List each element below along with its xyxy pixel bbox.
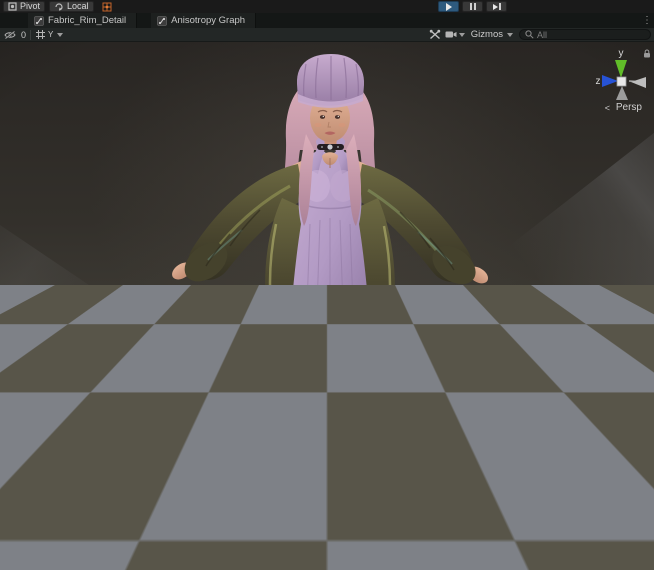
- play-icon: [445, 2, 452, 11]
- gizmo-x-axis-cone[interactable]: [631, 77, 646, 88]
- grid-axis-label: Y: [48, 30, 54, 39]
- gizmo-y-axis-cone[interactable]: [615, 60, 627, 78]
- gizmos-label: Gizmos: [470, 29, 503, 40]
- search-icon: [525, 30, 534, 39]
- gizmo-lock-icon[interactable]: [643, 49, 651, 58]
- scene-view-toolbar: 0 Y Gizmos All: [0, 28, 654, 42]
- scene-viewport[interactable]: y z < Persp: [0, 42, 654, 570]
- scene-visibility-eye-icon[interactable]: [3, 30, 17, 40]
- unity-editor-window: Pivot Local Fabric_Rim_Detail Anisotropy…: [0, 0, 654, 570]
- tab-label: Fabric_Rim_Detail: [48, 15, 127, 26]
- pivot-button[interactable]: Pivot: [3, 1, 46, 12]
- vignette-overlay: [0, 42, 654, 570]
- toolbar-divider: [30, 29, 32, 40]
- search-value: All: [537, 29, 548, 40]
- gizmos-dropdown[interactable]: Gizmos: [469, 29, 515, 40]
- tab-label: Anisotropy Graph: [171, 15, 246, 26]
- gizmo-axis-cone-bottom[interactable]: [616, 86, 628, 100]
- gizmo-z-axis-label: z: [596, 76, 601, 87]
- gizmo-z-axis-cone[interactable]: [602, 75, 618, 87]
- local-rotation-icon: [55, 2, 63, 11]
- step-icon: [492, 3, 501, 10]
- camera-settings-dropdown[interactable]: [445, 30, 465, 39]
- hidden-object-count: 0: [21, 29, 27, 40]
- pivot-icon: [8, 2, 17, 11]
- tab-fabric-rim-detail[interactable]: Fabric_Rim_Detail: [28, 13, 138, 28]
- playmode-controls: [438, 1, 507, 12]
- shader-graph-icon: [34, 15, 44, 26]
- camera-dropdown-caret-icon: [458, 32, 465, 37]
- camera-icon: [445, 31, 457, 38]
- gizmos-dropdown-caret-icon: [507, 32, 513, 37]
- tools-icon[interactable]: [429, 29, 441, 40]
- tab-overflow-menu-icon[interactable]: ⋮: [642, 14, 652, 27]
- main-toolbar: Pivot Local: [0, 0, 654, 13]
- persp-arrow: <: [604, 103, 610, 113]
- shader-graph-icon: [157, 15, 168, 26]
- gizmo-y-axis-label: y: [619, 48, 624, 59]
- local-label: Local: [67, 1, 89, 11]
- window-tab-bar: Fabric_Rim_Detail Anisotropy Graph ⋮: [0, 13, 654, 28]
- step-button[interactable]: [486, 1, 507, 12]
- local-button[interactable]: Local: [49, 1, 94, 12]
- pause-button[interactable]: [462, 1, 483, 12]
- gizmo-center-cube[interactable]: [616, 76, 627, 87]
- projection-mode-label[interactable]: Persp: [616, 102, 642, 113]
- pause-icon: [469, 3, 476, 10]
- grid-snap-icon[interactable]: [102, 2, 112, 12]
- pivot-label: Pivot: [20, 1, 41, 11]
- grid-dropdown-caret-icon[interactable]: [57, 32, 64, 37]
- play-button[interactable]: [438, 1, 459, 12]
- tab-anisotropy-graph[interactable]: Anisotropy Graph: [151, 13, 257, 28]
- grid-visibility-icon[interactable]: [35, 29, 46, 40]
- scene-search-input[interactable]: All: [519, 29, 651, 40]
